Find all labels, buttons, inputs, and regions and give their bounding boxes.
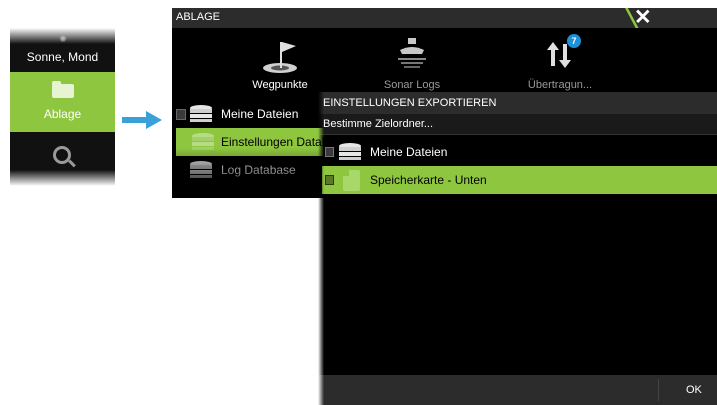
database-icon [192,133,214,150]
list-item-einstellungen-database[interactable]: Einstellungen Databas [176,128,341,156]
folder-item-meine-dateien[interactable]: Meine Dateien [322,138,717,166]
sidebar: ✺ Sonne, Mond Ablage [10,28,115,186]
folder-icon [52,81,74,98]
sidebar-item-label: Ablage [43,107,82,121]
folder-item-label: Speicherkarte - Unten [370,173,487,187]
list-item-log-database[interactable]: Log Database [174,156,324,184]
sun-icon: ✺ [59,34,67,44]
database-icon [339,143,361,160]
expand-icon[interactable] [325,147,334,157]
expand-icon[interactable] [325,175,334,185]
tool-label: Sonar Logs [383,79,441,91]
database-icon [190,105,212,122]
folder-item-label: Meine Dateien [370,145,448,159]
footer-divider [658,379,659,401]
dialog-subtitle: Bestimme Zielordner... [323,118,434,130]
tool-sonar-logs[interactable]: Sonar Logs [352,28,472,98]
dialog-footer: OK [318,375,717,405]
dialog-title: EINSTELLUNGEN EXPORTIEREN [323,97,497,109]
close-button[interactable]: ✕ [624,6,717,29]
close-icon: ✕ [634,6,652,29]
list-item-meine-dateien[interactable]: Meine Dateien [174,100,324,128]
search-icon-handle [68,159,76,168]
tool-label: Übertragun... [527,79,593,91]
dialog-titlebar: EINSTELLUNGEN EXPORTIEREN [318,92,717,114]
database-icon [190,161,212,178]
file-list: Meine Dateien Einstellungen Databas Log … [174,100,341,184]
sidebar-item-ablage[interactable]: Ablage [10,72,115,132]
expand-icon[interactable] [176,109,186,120]
folder-item-speicherkarte-unten[interactable]: Speicherkarte - Unten [322,166,717,194]
notification-badge: 7 [567,34,581,48]
export-settings-dialog: EINSTELLUNGEN EXPORTIEREN Bestimme Zielo… [318,92,717,405]
tool-wegpunkte[interactable]: Wegpunkte [220,28,340,98]
ok-button[interactable]: OK [686,384,702,396]
list-item-label: Meine Dateien [221,107,299,121]
dialog-subtitle-bar: Bestimme Zielordner... [318,114,717,135]
right-arrow-icon [122,111,162,129]
sidebar-item-search[interactable] [10,140,115,184]
sonar-icon [398,38,426,68]
sidebar-item-sun-moon[interactable]: ✺ Sonne, Mond [10,28,115,72]
window-title: ABLAGE [176,11,221,23]
sidebar-item-label: Sonne, Mond [26,50,99,64]
flag-icon [263,42,297,73]
tool-label: Wegpunkte [252,79,308,91]
tool-uebertragung[interactable]: 7 Übertragun... [500,28,620,98]
list-item-label: Log Database [221,163,296,177]
memory-card-icon [343,170,360,191]
